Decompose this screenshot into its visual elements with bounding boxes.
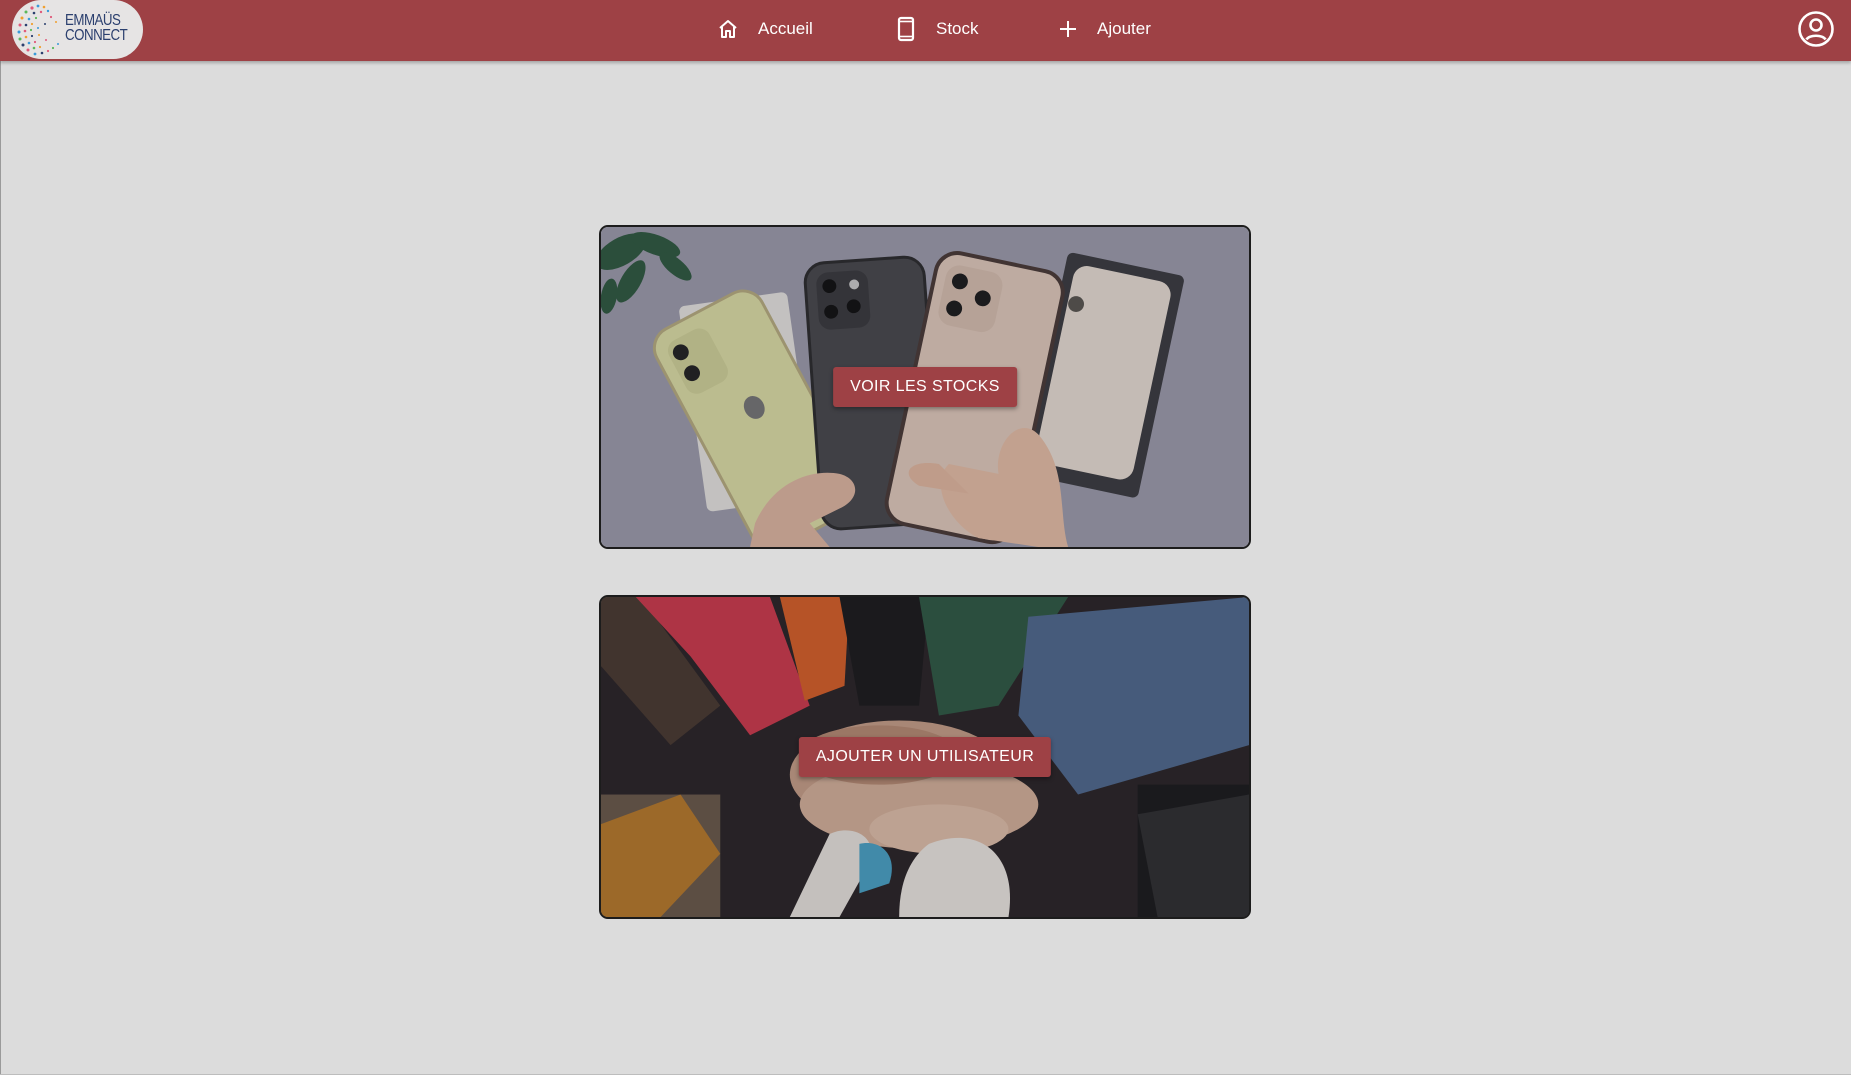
home-icon bbox=[719, 19, 737, 38]
nav-item-label: Ajouter bbox=[1097, 18, 1151, 38]
logo-dots-icon bbox=[17, 4, 59, 56]
stock-card[interactable]: VOIR LES STOCKS bbox=[599, 225, 1251, 549]
nav-item-ajouter[interactable]: Ajouter bbox=[1057, 0, 1151, 57]
nav-item-label: Accueil bbox=[758, 18, 813, 38]
view-stocks-button[interactable]: VOIR LES STOCKS bbox=[833, 367, 1017, 407]
logo-wordmark: EMMAÜS CONNECT bbox=[65, 12, 128, 44]
add-user-card[interactable]: AJOUTER UN UTILISATEUR bbox=[599, 595, 1251, 919]
nav-item-label: Stock bbox=[936, 18, 979, 38]
page-edge-left bbox=[0, 61, 1, 1075]
smartphone-icon bbox=[897, 16, 915, 41]
logo-line-2: CONNECT bbox=[65, 27, 128, 44]
nav-item-stock[interactable]: Stock bbox=[894, 0, 979, 57]
nav-item-accueil[interactable]: Accueil bbox=[716, 0, 813, 57]
top-navbar: EMMAÜS CONNECT Accueil Stock Ajouter bbox=[0, 0, 1851, 61]
account-circle-icon[interactable] bbox=[1797, 10, 1835, 48]
plus-icon bbox=[1060, 20, 1076, 37]
emmaus-connect-logo[interactable]: EMMAÜS CONNECT bbox=[12, 0, 143, 59]
logo-line-1: EMMAÜS bbox=[65, 12, 121, 29]
add-user-button[interactable]: AJOUTER UN UTILISATEUR bbox=[798, 737, 1052, 777]
